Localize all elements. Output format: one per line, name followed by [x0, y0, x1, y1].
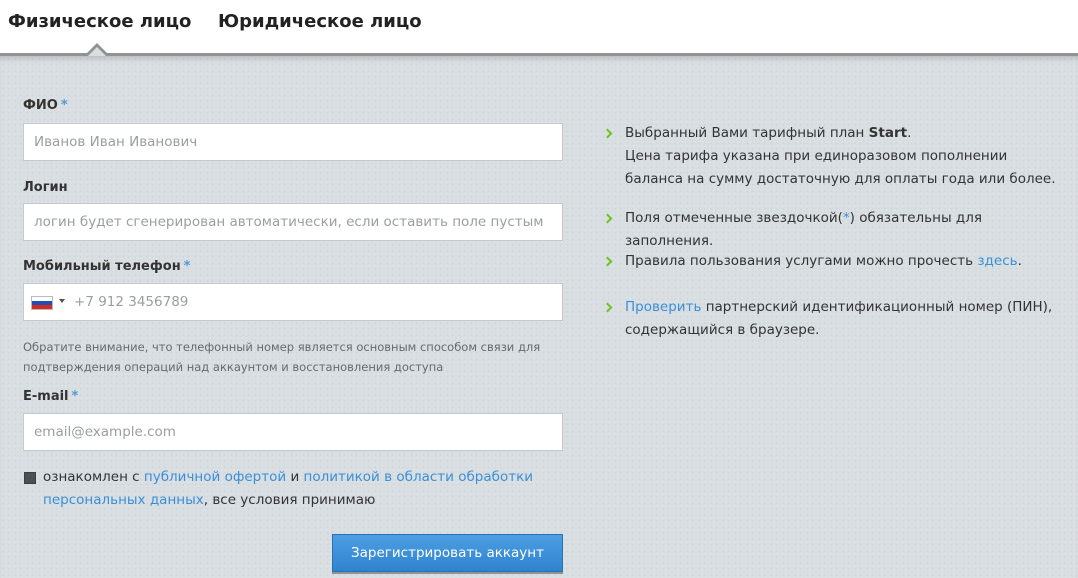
agreement-checkbox[interactable]	[24, 472, 36, 484]
fio-label-text: ФИО	[23, 98, 58, 113]
agreement-suffix: , все условия принимаю	[203, 492, 376, 508]
agreement-middle: и	[286, 469, 304, 485]
required-text: Поля отмеченные звездочкой(*) обязательн…	[625, 207, 1068, 253]
info-required: Поля отмеченные звездочкой(*) обязательн…	[602, 207, 1068, 253]
fio-input[interactable]	[23, 123, 563, 161]
phone-field	[23, 283, 563, 321]
pin-text: Проверить партнерский идентификационный …	[625, 296, 1068, 342]
agreement-text: ознакомлен с публичной офертой и политик…	[43, 466, 563, 512]
rules-prefix: Правила пользования услугами можно проче…	[625, 253, 978, 269]
rules-text: Правила пользования услугами можно проче…	[625, 250, 1068, 273]
tariff-prefix: Выбранный Вами тарифный план	[625, 125, 869, 141]
check-pin-link[interactable]: Проверить	[625, 299, 701, 315]
tab-bar: Физическое лицо Юридическое лицо	[0, 0, 1078, 52]
public-offer-link[interactable]: публичной офертой	[144, 469, 286, 485]
email-label-text: E-mail	[23, 389, 69, 404]
email-label: E-mail *	[23, 389, 78, 404]
register-button[interactable]: Зарегистрировать аккаунт	[332, 534, 563, 572]
login-input[interactable]	[23, 203, 563, 241]
required-marker: *	[71, 389, 79, 404]
active-tab-pointer-inner	[88, 47, 106, 56]
tariff-suffix: .	[907, 125, 912, 141]
info-tariff: Выбранный Вами тарифный план Start. Цена…	[602, 122, 1068, 191]
required-marker: *	[60, 98, 68, 113]
agreement-prefix: ознакомлен с	[43, 469, 144, 485]
fio-label: ФИО *	[23, 98, 68, 113]
login-label: Логин	[23, 180, 68, 195]
tariff-text: Выбранный Вами тарифный план Start. Цена…	[625, 122, 1068, 191]
chevron-down-icon[interactable]	[59, 299, 65, 303]
required-marker: *	[183, 259, 191, 274]
phone-label: Мобильный телефон *	[23, 259, 190, 274]
phone-note: Обратите внимание, что телефонный номер …	[23, 340, 541, 374]
required-star: *	[842, 210, 850, 226]
info-pin: Проверить партнерский идентификационный …	[602, 296, 1068, 342]
russia-flag-icon[interactable]	[31, 296, 53, 310]
tab-legal-entity[interactable]: Юридическое лицо	[218, 11, 422, 32]
info-rules: Правила пользования услугами можно проче…	[602, 250, 1068, 273]
tariff-note: Цена тарифа указана при единоразовом поп…	[625, 148, 1056, 187]
tab-individual[interactable]: Физическое лицо	[8, 11, 191, 32]
tariff-name: Start	[868, 125, 908, 141]
phone-label-text: Мобильный телефон	[23, 259, 181, 274]
required-prefix: Поля отмеченные звездочкой(	[625, 210, 843, 226]
rules-suffix: .	[1017, 253, 1022, 269]
phone-input[interactable]	[74, 284, 562, 320]
email-input[interactable]	[23, 413, 563, 451]
rules-link[interactable]: здесь	[977, 253, 1017, 269]
